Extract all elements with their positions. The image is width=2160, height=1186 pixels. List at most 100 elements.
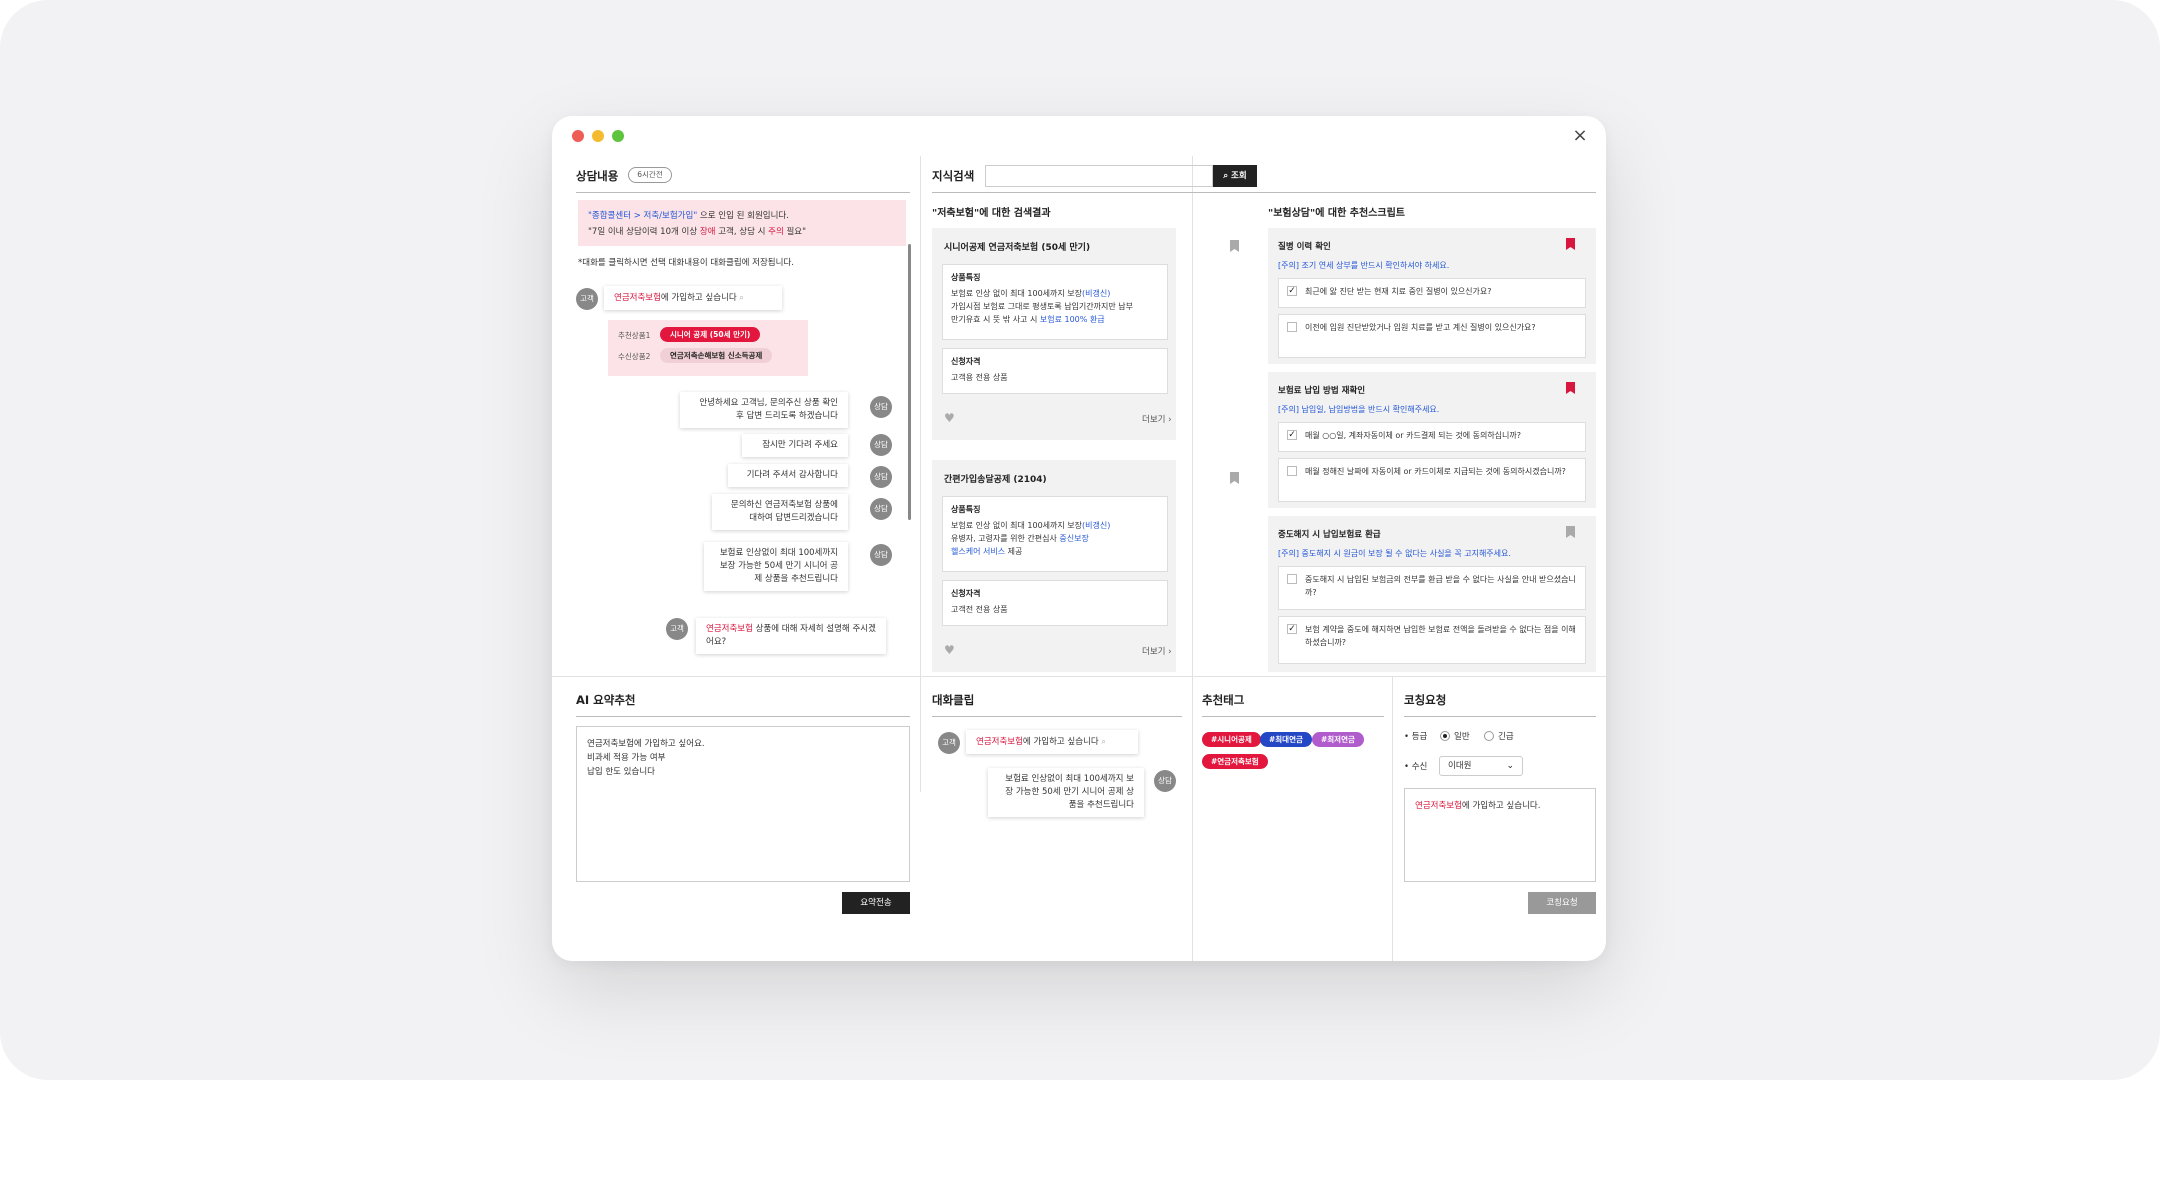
summary-line: 연금저축보험에 가입하고 싶어요.	[587, 739, 705, 749]
script-question: 최근에 앓 진단 받는 현재 치료 중인 질병이 있으신가요?	[1305, 287, 1492, 296]
clip-message-agent[interactable]: 보험료 인상없이 최대 100세까지 보장 가능한 50세 만기 시니어 공제 …	[988, 768, 1144, 817]
heart-icon[interactable]: ♥	[944, 412, 956, 424]
underline	[1202, 716, 1384, 717]
chevron-down-icon: ⌄	[1506, 761, 1514, 771]
avatar: 상담	[870, 498, 892, 520]
customer-notice: "종합콜센터 > 저축/보험가입" 으로 인입 된 회원입니다. "7일 이내 …	[578, 200, 906, 246]
message-text: 에 가입하고 싶습니다	[660, 293, 737, 303]
feature-text: 가입시점 보험료 그대로 평생토록 납입기간까지만 납부	[951, 302, 1133, 311]
coach-request-button[interactable]: 코칭요청	[1528, 892, 1596, 914]
tag-pill[interactable]: #최저연금	[1312, 732, 1364, 747]
chat-message-customer[interactable]: 연금저축보험 상품에 대해 자세히 설명해 주시겠어요?	[696, 618, 886, 654]
more-label: 더보기	[1142, 647, 1166, 657]
search-button[interactable]: ⌕ 조회	[1213, 165, 1257, 187]
clip-message-customer[interactable]: 연금저축보험에 가입하고 싶습니다 ⌕	[966, 730, 1138, 754]
tag-pill[interactable]: #최대연금	[1260, 732, 1312, 747]
notice-text: 고객, 상담 시	[715, 227, 769, 237]
grade-urgent-radio[interactable]	[1484, 731, 1494, 741]
checkbox-checked[interactable]: ✓	[1287, 624, 1297, 634]
reco-label: 추천상품1	[618, 331, 651, 340]
minimize-dot-icon[interactable]	[592, 130, 604, 142]
features-heading: 상품특징	[951, 505, 981, 514]
underline	[932, 716, 1182, 717]
grade-urgent-label: 긴급	[1498, 732, 1514, 742]
features-heading: 상품특징	[951, 273, 981, 282]
script-check-row[interactable]: ✓ 매월 ○○일, 계좌자동이체 or 카드결제 되는 것에 동의하십니까?	[1278, 422, 1586, 452]
notice-text: 필요"	[783, 227, 807, 237]
heart-icon[interactable]: ♥	[944, 644, 956, 656]
checkbox-checked[interactable]: ✓	[1287, 430, 1297, 440]
reco-product-pill[interactable]: 연금저축손해보험 신소득공제	[660, 348, 773, 363]
script-title: 질병 이력 확인	[1278, 242, 1331, 252]
chat-message-agent[interactable]: 문의하신 연금저축보험 상품에 대하여 답변드리겠습니다	[712, 494, 848, 530]
grade-label: • 등급	[1404, 732, 1428, 742]
underline	[1404, 716, 1596, 717]
product-features: 상품특징 보험료 인상 없이 최대 100세까지 보장(비갱신) 유병자, 고령…	[942, 496, 1168, 572]
clip-icon[interactable]: ⌕	[1101, 737, 1105, 746]
chat-scrollbar[interactable]	[908, 244, 911, 520]
message-text: 에 가입하고 싶습니다	[1022, 737, 1099, 747]
avatar: 상담	[1154, 770, 1176, 792]
script-check-row[interactable]: 중도해지 시 납입된 보험금의 전부를 환급 받을 수 없다는 사실을 안내 받…	[1278, 566, 1586, 610]
script-title: 보험료 납입 방법 재확인	[1278, 386, 1366, 396]
chat-message-agent[interactable]: 기다려 주셔서 감사합니다	[728, 464, 848, 487]
receiver-select[interactable]: 이대원 ⌄	[1439, 756, 1523, 776]
qualification-text: 고객전 전용 상품	[951, 605, 1008, 614]
clip-hint: *대화를 클릭하시면 선택 대화내용이 대화클립에 저장됩니다.	[578, 258, 794, 268]
avatar: 상담	[870, 544, 892, 566]
underline	[932, 192, 1596, 193]
script-note: [주의] 납입일, 납입방법을 반드시 확인해주세요.	[1278, 405, 1440, 414]
script-check-row[interactable]: ✓ 보험 계약을 중도에 해지하면 납입한 보험료 전액을 돌려받을 수 없다는 …	[1278, 616, 1586, 664]
script-question: 매월 정해진 날짜에 자동이체 or 카드이체로 지급되는 것에 동의하시겠습니…	[1305, 467, 1566, 476]
avatar: 고객	[666, 618, 688, 640]
summary-send-button[interactable]: 요약전송	[842, 892, 910, 914]
grade-normal-radio[interactable]	[1440, 731, 1450, 741]
coach-textarea[interactable]: 연금저축보험에 가입하고 싶습니다.	[1404, 788, 1596, 882]
script-check-row[interactable]: ✓ 최근에 앓 진단 받는 현재 치료 중인 질병이 있으신가요?	[1278, 278, 1586, 308]
tags-title: 추천태그	[1202, 693, 1245, 707]
search-button-label: 조회	[1231, 171, 1247, 181]
script-check-row[interactable]: 매월 정해진 날짜에 자동이체 or 카드이체로 지급되는 것에 동의하시겠습니…	[1278, 458, 1586, 502]
search-input[interactable]	[985, 165, 1213, 187]
ai-summary-textarea[interactable]: 연금저축보험에 가입하고 싶어요. 비과세 적용 가능 여부 납입 한도 있습니…	[576, 726, 910, 882]
more-link[interactable]: 더보기 ›	[1142, 413, 1172, 425]
tag-pill[interactable]: #연금저축보험	[1202, 754, 1268, 769]
more-link[interactable]: 더보기 ›	[1142, 645, 1172, 657]
checkbox[interactable]	[1287, 466, 1297, 476]
script-check-row[interactable]: 이전에 입원 진단받았거나 입원 치료를 받고 계신 질병이 있으신가요?	[1278, 314, 1586, 358]
bookmark-icon[interactable]	[1230, 240, 1239, 252]
feature-highlight: 보험료 100% 환급	[1039, 315, 1105, 324]
script-question: 보험 계약을 중도에 해지하면 납입한 보험료 전액을 돌려받을 수 없다는 점…	[1305, 625, 1576, 647]
chat-message-agent[interactable]: 잠시만 기다려 주세요	[742, 434, 848, 457]
consult-title: 상담내용	[576, 169, 619, 183]
bookmark-icon[interactable]	[1230, 472, 1239, 484]
feature-text: 제공	[1005, 547, 1023, 556]
feature-highlight: (비갱신)	[1082, 289, 1111, 298]
close-dot-icon[interactable]	[572, 130, 584, 142]
reco-label: 수신상품2	[618, 352, 651, 361]
qualification-heading: 신청자격	[951, 357, 981, 366]
tag-pill[interactable]: #시니어공제	[1202, 732, 1261, 747]
feature-text: 보험료 인상 없이 최대 100세까지 보장	[951, 521, 1083, 530]
chat-message-customer[interactable]: 연금저축보험에 가입하고 싶습니다 ⌕	[604, 286, 782, 310]
checkbox[interactable]	[1287, 322, 1297, 332]
underline	[576, 192, 910, 193]
reco-product-pill[interactable]: 시니어 공제 (50세 만기)	[660, 327, 761, 342]
summary-line: 납입 한도 있습니다	[587, 767, 655, 777]
close-icon[interactable]: ×	[1570, 126, 1590, 146]
chat-message-agent[interactable]: 보험료 인상없이 최대 100세까지 보장 가능한 50세 만기 시니어 공제 …	[704, 542, 848, 591]
receiver-label: • 수신	[1404, 762, 1428, 772]
column-divider	[920, 156, 921, 792]
message-highlight: 연금저축보험	[976, 737, 1023, 747]
clip-icon[interactable]: ⌕	[739, 293, 743, 302]
checkbox[interactable]	[1287, 574, 1297, 584]
notice-text: "7일 이내 상담이력 10개 이상	[588, 227, 700, 237]
maximize-dot-icon[interactable]	[612, 130, 624, 142]
message-highlight: 연금저축보험	[614, 293, 661, 303]
chat-message-agent[interactable]: 안녕하세요 고객님, 문의주신 상품 확인 후 답변 드리도록 하겠습니다	[680, 392, 848, 428]
result-card-title: 시니어공제 연금저축보험 (50세 만기)	[944, 243, 1091, 253]
time-badge[interactable]: 6시간전	[628, 167, 672, 183]
checkbox-checked[interactable]: ✓	[1287, 286, 1297, 296]
notice-route: "종합콜센터 > 저축/보험가입"	[588, 211, 698, 221]
result-card-title: 간편가입송달공제 (2104)	[944, 475, 1047, 485]
